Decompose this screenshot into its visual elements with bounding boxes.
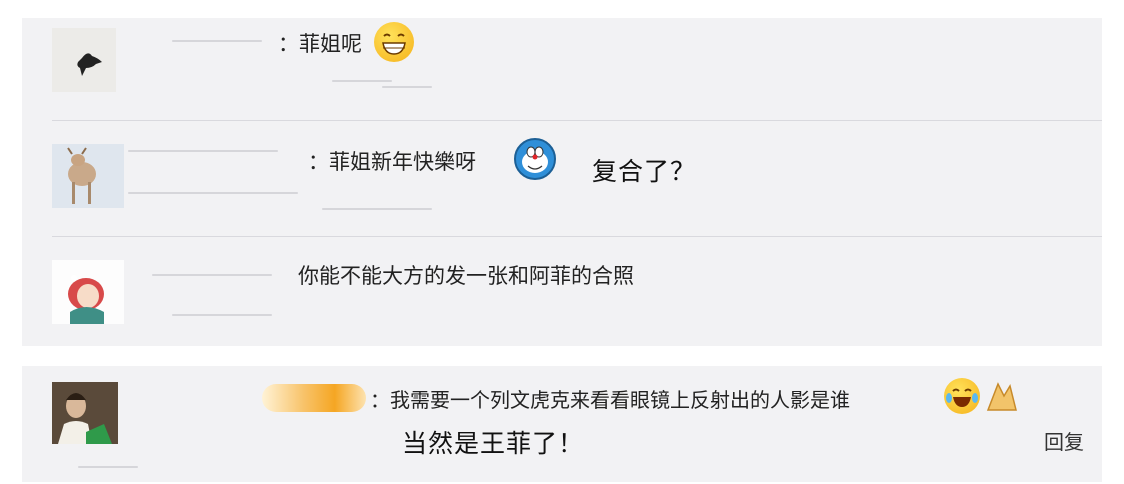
- clapping-hands-icon: [982, 380, 1022, 414]
- divider: [52, 120, 1102, 121]
- annotation-text: 当然是王菲了！: [402, 429, 585, 458]
- meta-blurred: [382, 86, 432, 88]
- divider: [52, 236, 1102, 237]
- doraemon-icon: [514, 138, 556, 180]
- meta-blurred: [128, 192, 298, 194]
- cat-silhouette-icon[interactable]: [52, 28, 116, 92]
- comment-list: ：我需要一个列文虎克来看看眼镜上反射出的人影是谁 当然是王菲了！ 回复: [22, 366, 1102, 482]
- reply-button[interactable]: 回复: [1044, 426, 1084, 455]
- comment-text: ：我需要一个列文虎克来看看眼镜上反射出的人影是谁: [370, 388, 850, 412]
- laughing-tears-icon: [944, 378, 980, 414]
- deer-photo-icon[interactable]: [52, 144, 124, 208]
- annotation-text: 复合了？: [592, 157, 697, 186]
- fan-badge-icon: [262, 384, 366, 412]
- meta-blurred: [172, 314, 272, 316]
- comment-text: ：菲姐呢: [278, 32, 362, 56]
- girl-red-hat-icon[interactable]: [52, 260, 124, 324]
- meta-blurred: [332, 80, 392, 82]
- meta-blurred: [78, 466, 138, 468]
- username-blurred[interactable]: [152, 274, 272, 276]
- grinning-face-icon: [374, 22, 414, 62]
- man-green-shirt-icon[interactable]: [52, 382, 118, 444]
- username-blurred[interactable]: [172, 40, 262, 42]
- comment-text: 你能不能大方的发一张和阿菲的合照: [298, 264, 634, 288]
- comment-list: ：菲姐呢 ：菲姐新年快樂呀 复合了？ 你能不能大方的发一张和阿菲的合照: [22, 18, 1102, 346]
- comment-text: ：菲姐新年快樂呀: [308, 150, 476, 174]
- meta-blurred: [322, 208, 432, 210]
- username-blurred[interactable]: [128, 150, 278, 152]
